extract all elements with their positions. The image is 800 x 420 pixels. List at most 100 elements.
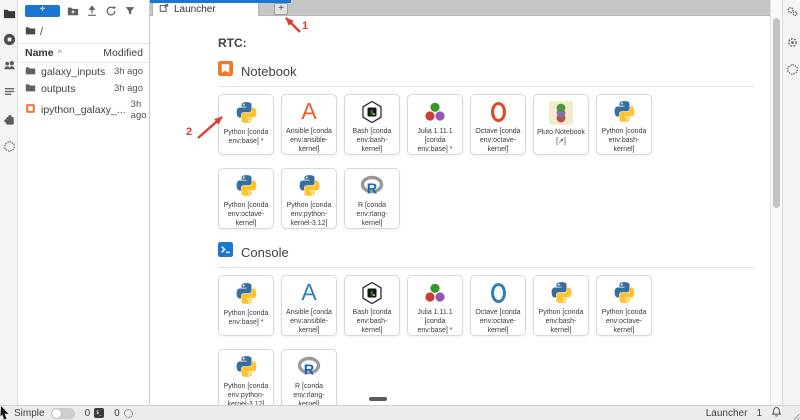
section-divider xyxy=(218,267,754,268)
octave-orange-icon xyxy=(491,99,506,125)
left-activity-rail xyxy=(0,0,18,405)
file-row-galaxy-inputs[interactable]: galaxy_inputs 3h ago xyxy=(19,63,149,80)
new-launcher-button[interactable]: + xyxy=(25,5,60,17)
launcher-card[interactable]: Python [conda env:python-kernel-3.12] xyxy=(218,349,274,405)
python-icon xyxy=(234,99,259,126)
simple-mode-toggle[interactable] xyxy=(51,408,75,419)
launcher-card[interactable]: Python [conda env:octave-kernel] xyxy=(596,275,652,336)
file-browser-icon[interactable] xyxy=(2,6,16,20)
gear-icon[interactable] xyxy=(786,36,799,49)
breadcrumb: / xyxy=(19,20,149,43)
tab-bar: Launcher + xyxy=(150,0,770,16)
bash-icon: $ xyxy=(360,280,384,306)
file-row-ipython-galaxy[interactable]: ipython_galaxy_... 3h ago xyxy=(19,97,149,122)
tab-launcher[interactable]: Launcher xyxy=(152,3,259,17)
launcher-card[interactable]: AAnsible [conda env:ansible-kernel] xyxy=(281,275,337,336)
folder-icon xyxy=(25,65,36,79)
launcher-card[interactable]: R R [conda env:rlang-kernel] xyxy=(281,349,337,405)
python-icon xyxy=(234,173,259,199)
file-browser-panel: + / Name ^ Modified galaxy_inputs xyxy=(19,0,150,405)
launcher-card[interactable]: R R [conda env:rlang-kernel] xyxy=(344,168,400,229)
launcher-card[interactable]: $Bash [conda env:bash-kernel] xyxy=(344,94,400,155)
launcher-card[interactable]: Pluto Notebook [↗] xyxy=(533,94,589,155)
vertical-scrollbar-track[interactable] xyxy=(770,0,782,405)
console-icon xyxy=(218,242,233,262)
upload-icon[interactable] xyxy=(86,5,98,17)
launcher-card-label: R [conda env:rlang-kernel] xyxy=(345,201,399,228)
status-context-label: Launcher xyxy=(706,408,748,419)
launcher-card-label: Pluto Notebook [↗] xyxy=(534,128,588,146)
launcher-card[interactable]: AAnsible [conda env:ansible-kernel] xyxy=(281,94,337,155)
main-dock-panel: Launcher + RTC: Notebook Python [conda e… xyxy=(150,0,770,405)
launcher-card[interactable]: Julia 1.11.1 [conda env:base] * xyxy=(407,94,463,155)
file-row-outputs[interactable]: outputs 3h ago xyxy=(19,80,149,97)
launcher-card-label: Julia 1.11.1 [conda env:base] * xyxy=(408,127,462,154)
column-header-name[interactable]: Name xyxy=(25,47,54,59)
launcher-card-label: Python [conda env:octave-kernel] xyxy=(219,201,273,228)
breadcrumb-root[interactable]: / xyxy=(40,26,43,38)
jupyterlab-window: + / Name ^ Modified galaxy_inputs xyxy=(0,0,800,420)
add-tab-button[interactable]: + xyxy=(274,3,288,15)
python-icon xyxy=(297,173,322,199)
section-title: Console xyxy=(241,245,289,260)
breadcrumb-folder-icon[interactable] xyxy=(25,25,36,39)
table-of-contents-icon[interactable] xyxy=(2,84,16,98)
r-icon: R xyxy=(296,354,322,380)
filter-icon[interactable] xyxy=(124,5,136,17)
launcher-card-label: Python [conda env:python-kernel-3.12] xyxy=(219,382,273,405)
collaboration-users-icon[interactable] xyxy=(2,58,16,72)
launcher-card[interactable]: Octave [conda env:octave-kernel] xyxy=(470,94,526,155)
launcher-card[interactable]: Python [conda env:bash-kernel] xyxy=(596,94,652,155)
bell-icon[interactable] xyxy=(771,406,782,420)
running-sessions-icon[interactable] xyxy=(2,32,16,46)
launcher-card-label: Python [conda env:bash-kernel] xyxy=(597,127,651,154)
vertical-scrollbar-thumb[interactable] xyxy=(773,18,780,208)
sort-ascending-icon[interactable]: ^ xyxy=(58,48,62,58)
folder-icon xyxy=(25,82,36,96)
julia-icon xyxy=(423,280,447,306)
svg-text:$: $ xyxy=(370,289,374,297)
launcher-card[interactable]: Python [conda env:base] * xyxy=(218,94,274,155)
new-folder-icon[interactable] xyxy=(67,5,79,17)
right-activity-rail xyxy=(782,0,800,405)
svg-text:R: R xyxy=(304,362,315,378)
launcher-card[interactable]: Python [conda env:python-kernel-3.12] xyxy=(281,168,337,229)
launcher-card[interactable]: Python [conda env:bash-kernel] xyxy=(533,275,589,336)
terminal-icon[interactable]: $_ xyxy=(94,408,104,418)
extension-puzzle-icon[interactable] xyxy=(2,112,16,126)
launcher-card-label: Ansible [conda env:ansible-kernel] xyxy=(282,308,336,335)
launcher-card[interactable]: Julia 1.11.1 [conda env:base] * xyxy=(407,275,463,336)
launcher-card-label: Python [conda env:base] * xyxy=(219,128,273,146)
julia-icon xyxy=(423,99,447,125)
launcher-card[interactable]: Python [conda env:base] * xyxy=(218,275,274,336)
svg-text:$: $ xyxy=(370,108,374,116)
horizontal-scrollbar-thumb[interactable] xyxy=(369,397,387,401)
tab-label: Launcher xyxy=(174,4,216,15)
gears-icon[interactable] xyxy=(786,5,799,18)
refresh-icon[interactable] xyxy=(105,5,117,17)
launcher-card-label: Python [conda env:python-kernel-3.12] xyxy=(282,201,336,228)
svg-text:R: R xyxy=(367,181,378,197)
kernel-icon[interactable] xyxy=(124,409,133,418)
hexagon-grid-icon[interactable] xyxy=(2,139,16,153)
section-title: Notebook xyxy=(241,64,297,79)
hexagon-grid-icon[interactable] xyxy=(786,63,799,76)
column-header-modified[interactable]: Modified xyxy=(103,47,143,59)
python-icon xyxy=(234,354,259,380)
launcher-card[interactable]: Octave [conda env:octave-kernel] xyxy=(470,275,526,336)
rtc-drive-label: RTC: xyxy=(218,36,770,50)
file-name: outputs xyxy=(41,83,75,95)
notifications-count[interactable]: 1 xyxy=(756,408,762,419)
launcher-card[interactable]: $ Bash [conda env:bash-kernel] xyxy=(344,275,400,336)
launcher-card-label: R [conda env:rlang-kernel] xyxy=(282,382,336,405)
launcher-card-label: Ansible [conda env:ansible-kernel] xyxy=(282,127,336,154)
launcher-card[interactable]: Python [conda env:octave-kernel] xyxy=(218,168,274,229)
file-modified: 3h ago xyxy=(114,83,143,94)
console-section-header: Console xyxy=(218,242,770,262)
section-divider xyxy=(218,86,754,87)
bash-icon: $ xyxy=(360,99,384,125)
launcher-card-label: Bash [conda env:bash-kernel] xyxy=(345,308,399,335)
launcher-card-label: Octave [conda env:octave-kernel] xyxy=(471,127,525,154)
launcher-card-label: Octave [conda env:octave-kernel] xyxy=(471,308,525,335)
launcher-card-label: Python [conda env:octave-kernel] xyxy=(597,308,651,335)
